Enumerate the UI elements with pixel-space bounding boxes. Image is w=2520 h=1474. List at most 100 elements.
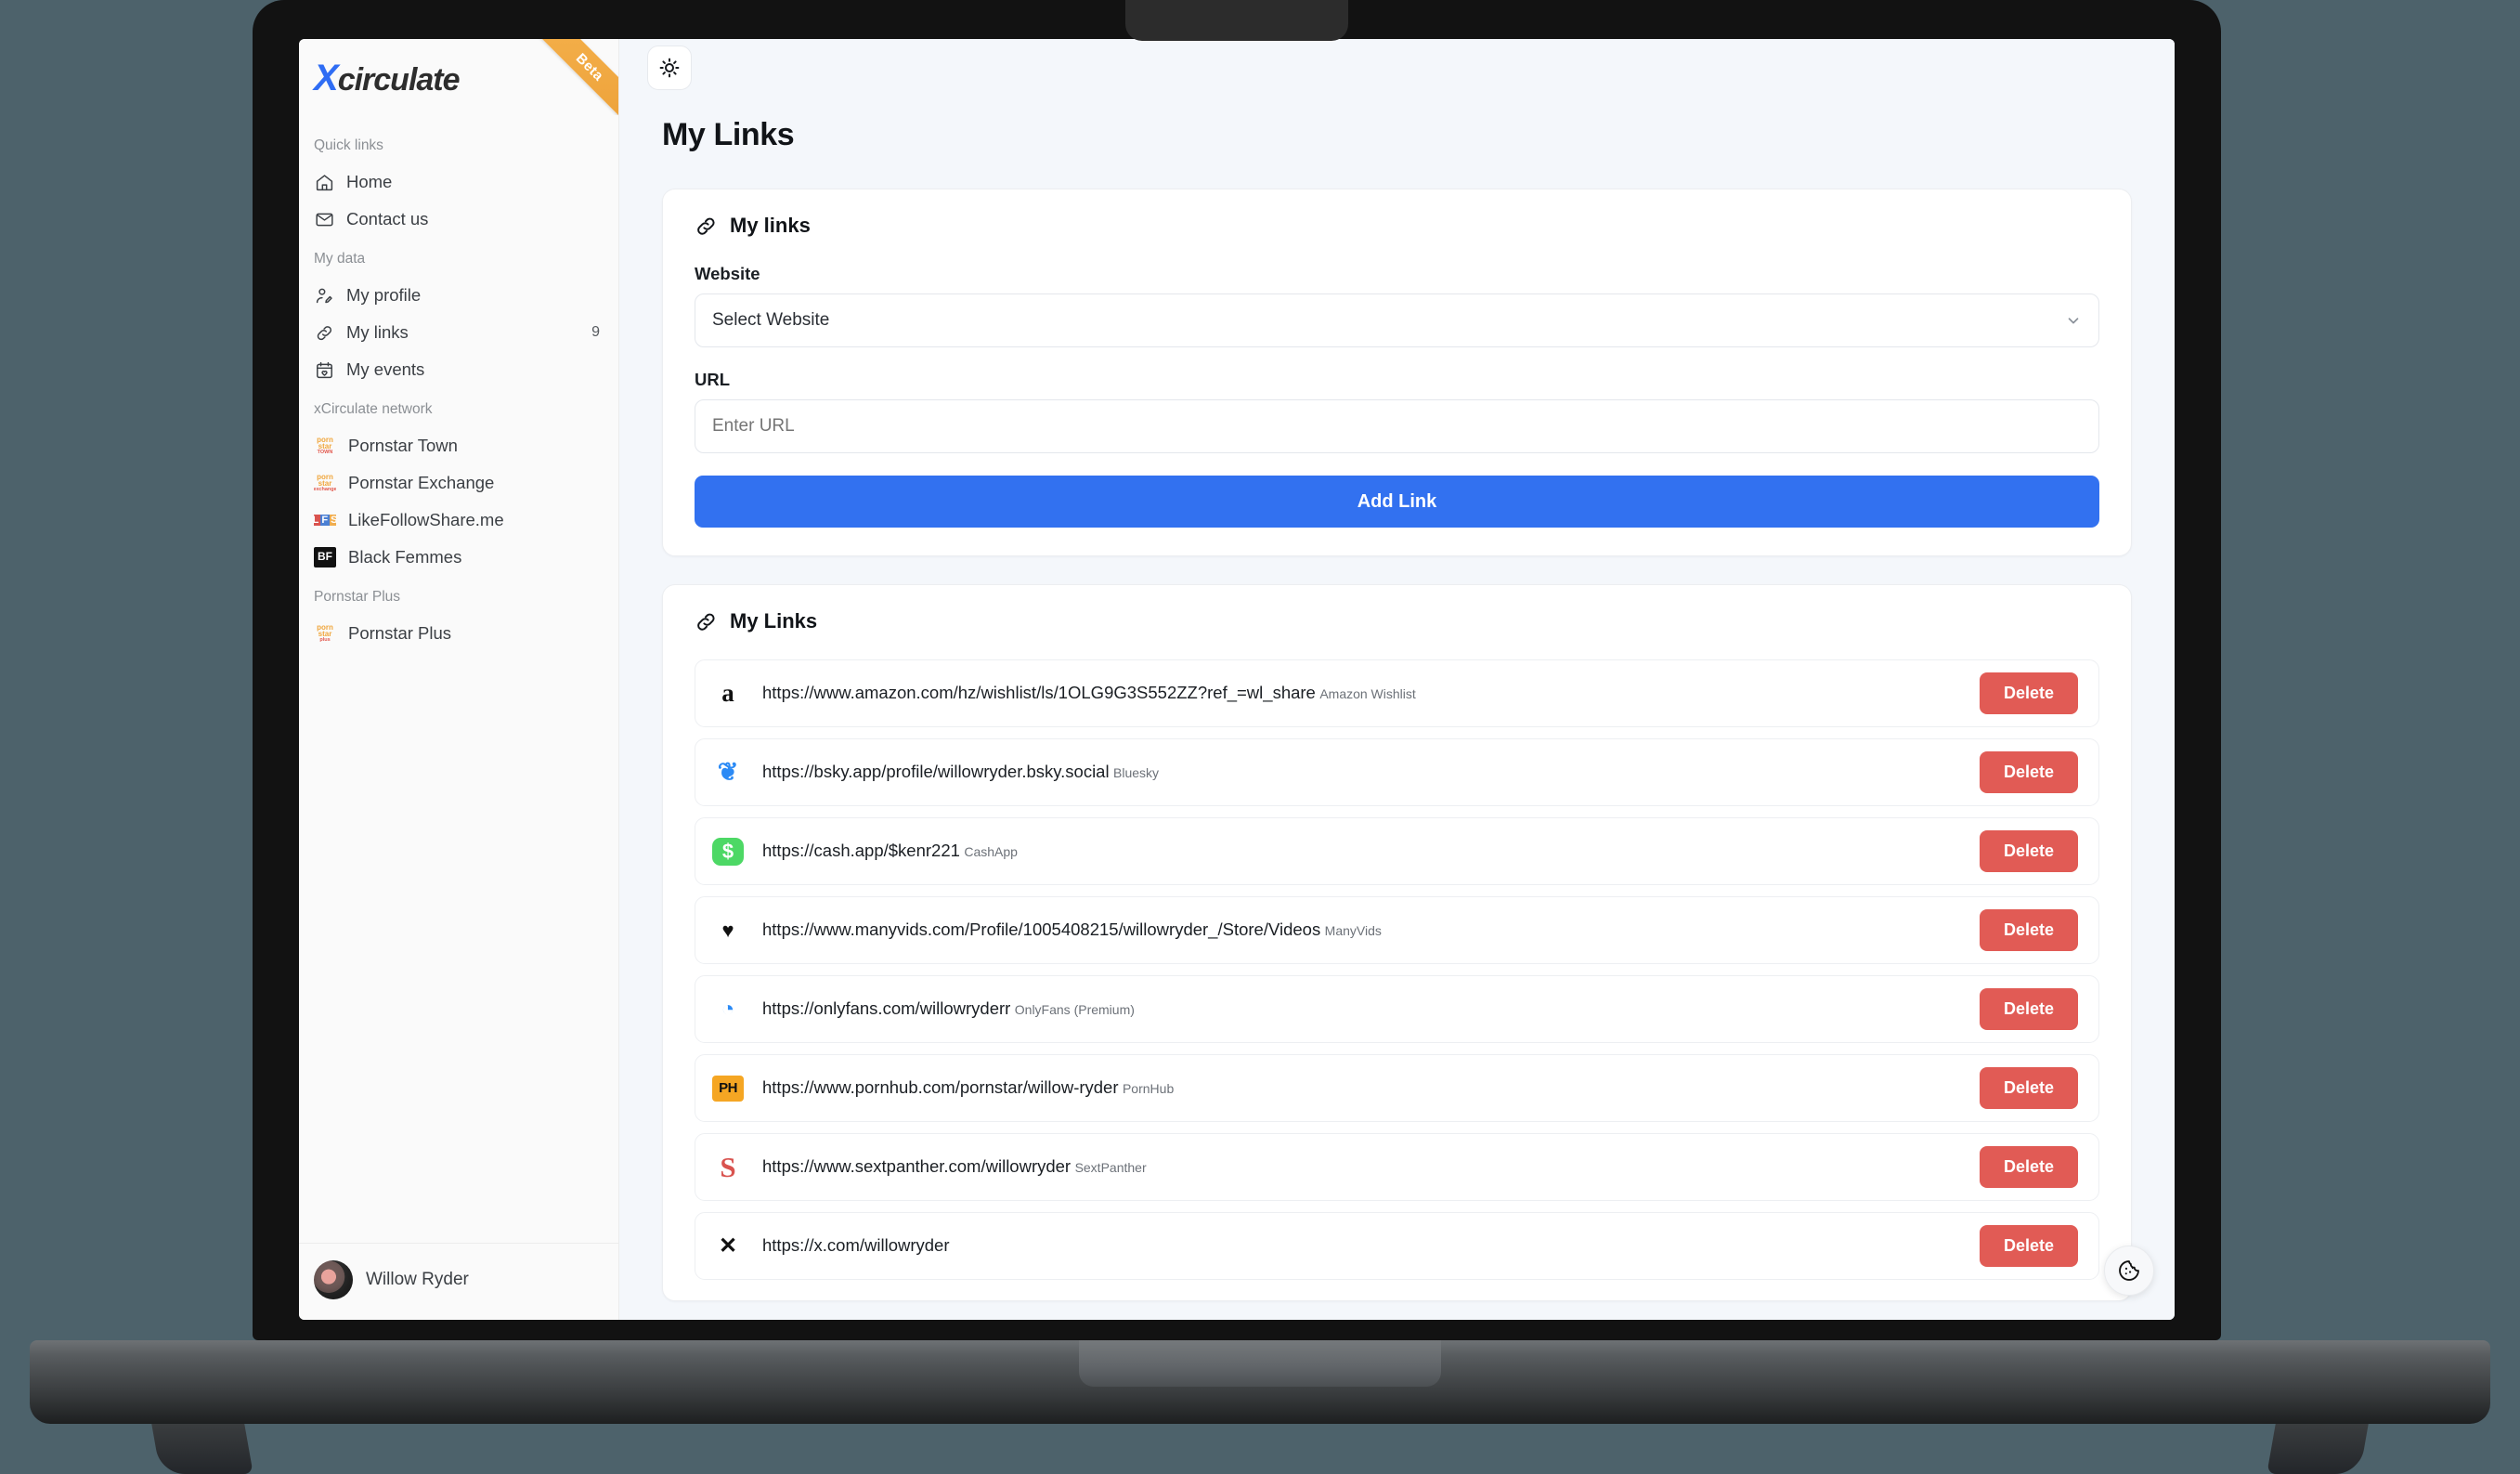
sidebar-item-pornstar-plus[interactable]: porn star plus Pornstar Plus xyxy=(299,615,618,652)
link-url[interactable]: https://www.pornhub.com/pornstar/willow-… xyxy=(762,1077,1119,1097)
link-url[interactable]: https://www.manyvids.com/Profile/1005408… xyxy=(762,920,1320,939)
sidebar-item-likefollowshare[interactable]: LFS LikeFollowShare.me xyxy=(299,502,618,539)
sidebar-item-pornstar-town[interactable]: porn star TOWN Pornstar Town xyxy=(299,427,618,464)
sidebar-item-label: Home xyxy=(346,172,393,191)
delete-button[interactable]: Delete xyxy=(1979,830,2078,872)
sidebar-item-label: LikeFollowShare.me xyxy=(348,510,504,529)
sidebar-item-pornstar-exchange[interactable]: porn star exchange Pornstar Exchange xyxy=(299,464,618,502)
table-row: $ https://cash.app/$kenr221 CashApp Dele… xyxy=(695,817,2099,885)
url-field-label: URL xyxy=(695,370,731,389)
website-select[interactable]: Select Website xyxy=(695,293,2099,347)
link-info: https://www.amazon.com/hz/wishlist/ls/1O… xyxy=(762,682,1961,705)
bluesky-butterfly-icon: ❦ xyxy=(717,758,739,786)
link-url[interactable]: https://bsky.app/profile/willowryder.bsk… xyxy=(762,762,1110,781)
sun-icon xyxy=(659,58,680,78)
website-field-label: Website xyxy=(695,264,760,283)
link-url[interactable]: https://x.com/willowryder xyxy=(762,1235,950,1255)
cookie-settings-button[interactable] xyxy=(2104,1246,2154,1296)
laptop-hinge-dip xyxy=(1079,1340,1441,1387)
sidebar-item-label: Contact us xyxy=(346,209,429,228)
likefollowshare-logo-icon: LFS xyxy=(314,511,336,529)
delete-button[interactable]: Delete xyxy=(1979,988,2078,1030)
link-site-name: Amazon Wishlist xyxy=(1319,686,1416,702)
links-list-card-title: My Links xyxy=(730,609,818,633)
x-twitter-icon: ✕ xyxy=(718,1233,738,1259)
main-content: My Links My links Website Select Website xyxy=(619,39,2175,1320)
laptop-mockup: Xcirculate Beta Quick links Home Contact… xyxy=(0,0,2520,1474)
sidebar-item-label: My events xyxy=(346,359,425,379)
link-url[interactable]: https://www.amazon.com/hz/wishlist/ls/1O… xyxy=(762,683,1316,702)
link-url[interactable]: https://onlyfans.com/willowryderr xyxy=(762,998,1010,1018)
topbar xyxy=(619,39,2175,97)
link-info: https://x.com/willowryder xyxy=(762,1234,1961,1258)
sidebar-item-label: Pornstar Plus xyxy=(348,623,452,643)
link-url[interactable]: https://cash.app/$kenr221 xyxy=(762,841,960,860)
sidebar-item-my-links[interactable]: My links 9 xyxy=(299,314,618,351)
laptop-screen-bezel: Xcirculate Beta Quick links Home Contact… xyxy=(253,0,2221,1340)
sidebar: Xcirculate Beta Quick links Home Contact… xyxy=(299,39,619,1320)
cookie-icon xyxy=(2119,1260,2139,1281)
table-row: ◔ https://onlyfans.com/willowryderr Only… xyxy=(695,975,2099,1043)
sidebar-item-label: My profile xyxy=(346,285,422,305)
delete-button[interactable]: Delete xyxy=(1979,1067,2078,1109)
delete-button[interactable]: Delete xyxy=(1979,1225,2078,1267)
link-info: https://www.manyvids.com/Profile/1005408… xyxy=(762,919,1961,942)
sidebar-user-profile[interactable]: Willow Ryder xyxy=(299,1243,618,1320)
user-edit-icon xyxy=(314,285,334,306)
nav-section-title-my-data: My data xyxy=(314,251,366,267)
delete-button[interactable]: Delete xyxy=(1979,672,2078,714)
app-viewport: Xcirculate Beta Quick links Home Contact… xyxy=(299,39,2175,1320)
page-content: My Links My links Website Select Website xyxy=(619,97,2175,1320)
nav-section-title-quick-links: Quick links xyxy=(314,137,383,153)
nav-section-title-network: xCirculate network xyxy=(314,401,433,417)
table-row: PH https://www.pornhub.com/pornstar/will… xyxy=(695,1054,2099,1122)
pornstar-plus-logo-icon: porn star plus xyxy=(317,624,333,643)
manyvids-icon: ♥ xyxy=(721,918,734,942)
link-icon xyxy=(697,613,715,631)
pornstar-exchange-logo-icon: porn star exchange xyxy=(314,474,336,492)
website-select-value: Select Website xyxy=(712,310,830,330)
table-row: S https://www.sextpanther.com/willowryde… xyxy=(695,1133,2099,1201)
chevron-down-icon xyxy=(2065,312,2082,329)
link-site-name: SextPanther xyxy=(1074,1160,1147,1176)
links-list-card: My Links a https://www.amazon.com/hz/wis… xyxy=(662,584,2132,1301)
sidebar-item-my-profile[interactable]: My profile xyxy=(299,277,618,314)
table-row: ❦ https://bsky.app/profile/willowryder.b… xyxy=(695,738,2099,806)
sextpanther-icon: S xyxy=(720,1151,736,1183)
sidebar-item-black-femmes[interactable]: BF Black Femmes xyxy=(299,539,618,576)
link-icon xyxy=(697,217,715,235)
add-link-card: My links Website Select Website URL Add … xyxy=(662,189,2132,556)
link-info: https://www.sextpanther.com/willowryder … xyxy=(762,1155,1961,1179)
link-site-name: PornHub xyxy=(1122,1081,1175,1097)
url-input[interactable] xyxy=(695,399,2099,453)
link-info: https://bsky.app/profile/willowryder.bsk… xyxy=(762,761,1961,784)
mail-icon xyxy=(314,209,334,229)
delete-button[interactable]: Delete xyxy=(1979,751,2078,793)
link-site-name: OnlyFans (Premium) xyxy=(1014,1002,1135,1018)
add-link-button[interactable]: Add Link xyxy=(695,476,2099,528)
sidebar-item-label: Black Femmes xyxy=(348,547,462,567)
table-row: ♥ https://www.manyvids.com/Profile/10054… xyxy=(695,896,2099,964)
brand-header: Xcirculate Beta xyxy=(299,39,618,115)
link-info: https://www.pornhub.com/pornstar/willow-… xyxy=(762,1076,1961,1100)
nav-section-title-pornstar-plus: Pornstar Plus xyxy=(314,589,401,605)
sidebar-item-contact-us[interactable]: Contact us xyxy=(299,201,618,238)
link-info: https://onlyfans.com/willowryderr OnlyFa… xyxy=(762,998,1961,1021)
delete-button[interactable]: Delete xyxy=(1979,1146,2078,1188)
laptop-foot-right xyxy=(2267,1424,2369,1474)
link-url[interactable]: https://www.sextpanther.com/willowryder xyxy=(762,1156,1071,1176)
sidebar-item-badge-count: 9 xyxy=(591,324,600,340)
laptop-foot-left xyxy=(151,1424,253,1474)
home-icon xyxy=(314,172,334,192)
links-list-card-header: My Links xyxy=(695,609,2099,633)
pornhub-icon: PH xyxy=(712,1075,744,1102)
calendar-heart-icon xyxy=(314,359,334,380)
sidebar-item-label: Pornstar Town xyxy=(348,436,458,455)
link-icon xyxy=(314,322,334,343)
user-name-label: Willow Ryder xyxy=(366,1270,469,1289)
sidebar-item-home[interactable]: Home xyxy=(299,163,618,201)
delete-button[interactable]: Delete xyxy=(1979,909,2078,951)
logo-x-mark: X xyxy=(314,58,339,98)
sidebar-item-my-events[interactable]: My events xyxy=(299,351,618,388)
theme-toggle-button[interactable] xyxy=(647,46,692,90)
